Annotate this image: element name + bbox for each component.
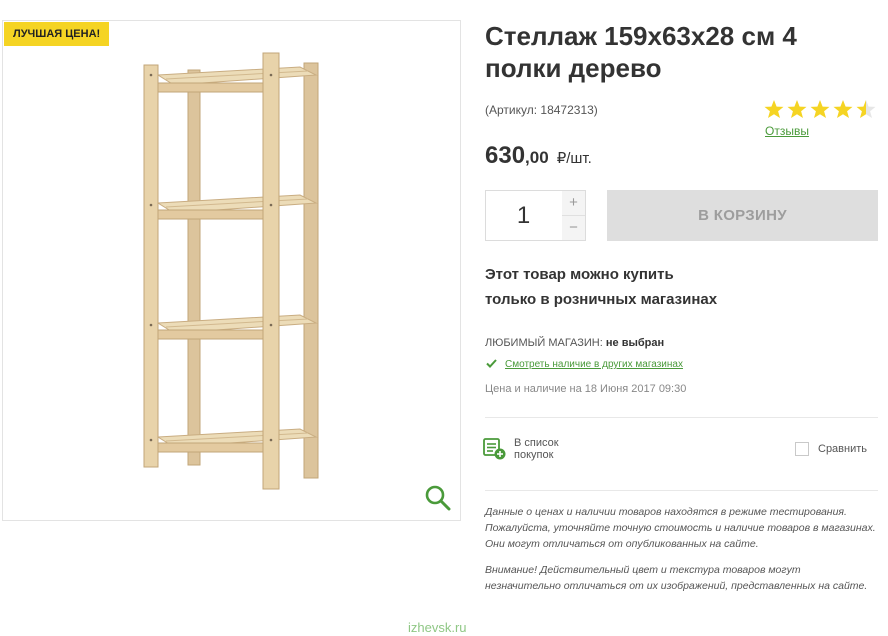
- compare-checkbox[interactable]: [795, 442, 809, 456]
- list-add-icon: [483, 438, 506, 460]
- star-icon: [764, 100, 784, 118]
- retail-notice-line1: Этот товар можно купить: [485, 266, 674, 283]
- quantity-plus-button[interactable]: +: [562, 191, 585, 216]
- testing-disclaimer: Данные о ценах и наличии товаров находят…: [485, 506, 876, 550]
- shopping-list-label-line1: В список: [514, 437, 559, 449]
- color-disclaimer: Внимание! Действительный цвет и текстура…: [485, 564, 868, 592]
- check-availability-link[interactable]: Смотреть наличие в других магазинах: [505, 359, 683, 370]
- divider: [485, 490, 878, 491]
- divider: [485, 417, 878, 418]
- reviews-link[interactable]: Отзывы: [765, 124, 809, 138]
- product-image[interactable]: [130, 45, 330, 495]
- price-unit: ₽/шт.: [556, 150, 592, 167]
- checkmark-icon: [486, 359, 497, 368]
- price-fraction: ,00: [525, 148, 549, 167]
- retail-notice-line2: только в розничных магазинах: [485, 291, 718, 308]
- star-icon: [787, 100, 807, 118]
- quantity-stepper[interactable]: 1 + −: [485, 190, 586, 241]
- favorite-store-value: не выбран: [605, 337, 665, 349]
- compare-toggle[interactable]: Сравнить: [795, 442, 867, 456]
- price-updated: Цена и наличие на 18 Июня 2017 09:30: [485, 383, 687, 395]
- rating-stars[interactable]: [764, 99, 880, 121]
- watermark: izhevsk.ru: [408, 620, 467, 635]
- shopping-list-label[interactable]: В список покупок: [514, 437, 574, 461]
- quantity-input[interactable]: 1: [486, 191, 561, 240]
- best-price-badge: ЛУЧШАЯ ЦЕНА!: [4, 22, 110, 46]
- favorite-store-label: ЛЮБИМЫЙ МАГАЗИН:: [485, 337, 603, 349]
- add-to-shopping-list[interactable]: В список покупок: [483, 437, 574, 461]
- add-to-cart-button[interactable]: В КОРЗИНУ: [607, 190, 878, 241]
- compare-label[interactable]: Сравнить: [818, 443, 867, 455]
- quantity-minus-button[interactable]: −: [562, 216, 585, 240]
- star-icon: [833, 100, 853, 118]
- article-number: (Артикул: 18472313): [485, 103, 598, 117]
- retail-only-notice: Этот товар можно купить только в розничн…: [485, 262, 717, 312]
- star-half-icon: [856, 100, 876, 118]
- check-availability[interactable]: Смотреть наличие в других магазинах: [486, 359, 683, 370]
- magnifier-icon[interactable]: [424, 484, 452, 512]
- shopping-list-label-line2: покупок: [514, 449, 554, 461]
- favorite-store: ЛЮБИМЫЙ МАГАЗИН: не выбран: [485, 337, 664, 349]
- price: 630,00 ₽/шт.: [485, 142, 592, 170]
- star-icon: [810, 100, 830, 118]
- product-title: Стеллаж 159х63х28 см 4 полки дерево: [485, 21, 797, 83]
- price-integer: 630: [485, 142, 526, 169]
